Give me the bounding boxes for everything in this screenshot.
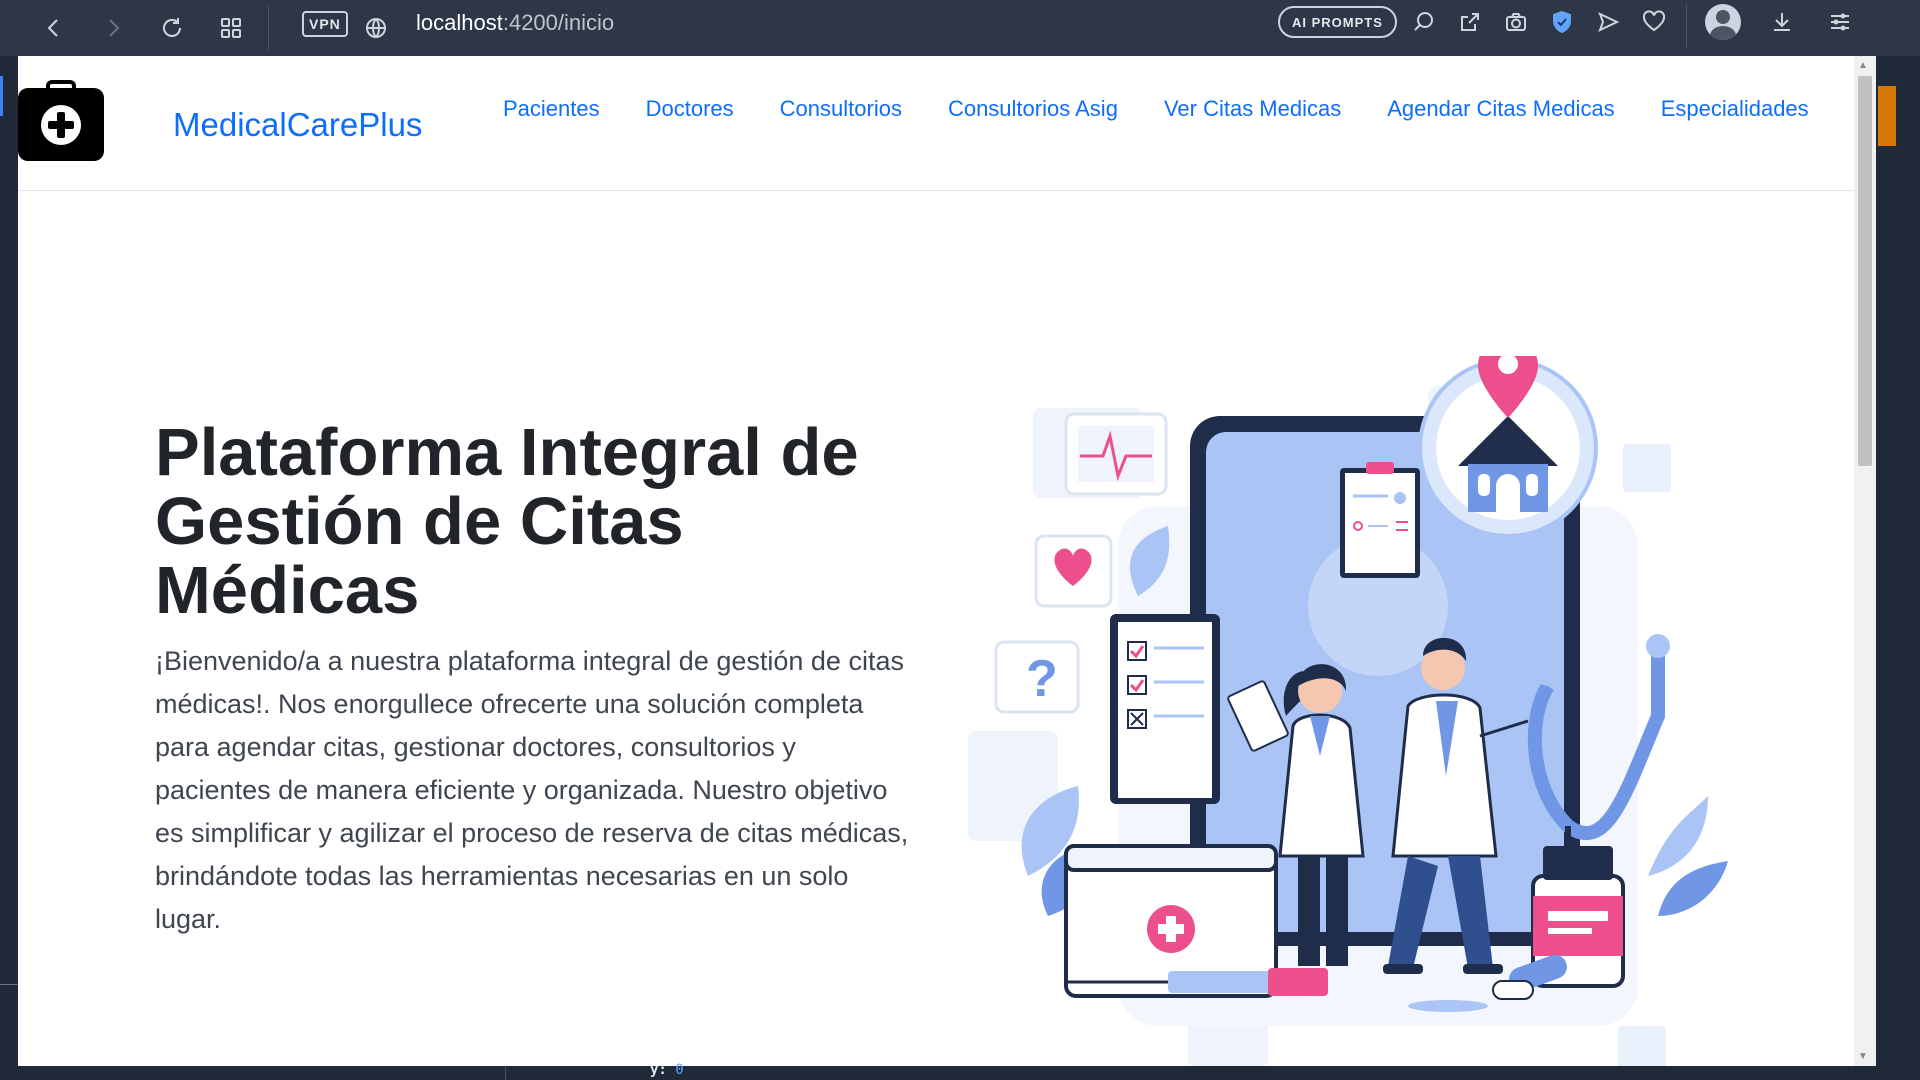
nav-link-consultorios-asig[interactable]: Consultorios Asig <box>948 96 1118 122</box>
globe-icon[interactable] <box>356 8 396 48</box>
nav-link-consultorios[interactable]: Consultorios <box>780 96 902 122</box>
nav-link-especialidades[interactable]: Especialidades <box>1661 96 1809 122</box>
shield-icon[interactable] <box>1542 2 1582 42</box>
edit-share-icon[interactable] <box>1450 2 1490 42</box>
address-bar[interactable]: localhost:4200/inicio <box>416 10 614 36</box>
download-icon[interactable] <box>1762 2 1802 42</box>
toolbar-divider <box>268 6 269 50</box>
search-page-icon[interactable] <box>1404 2 1444 42</box>
left-window-edge <box>0 56 18 1080</box>
avatar-icon[interactable] <box>1705 4 1741 40</box>
hero-description: ¡Bienvenido/a a nuestra plataforma integ… <box>155 646 909 934</box>
brand-link[interactable]: MedicalCarePlus <box>173 106 422 144</box>
vpn-badge[interactable]: VPN <box>302 11 348 37</box>
medical-kit-logo[interactable] <box>18 80 104 161</box>
nav-links: Pacientes Doctores Consultorios Consulto… <box>503 96 1854 122</box>
code-text: y: <box>650 1062 676 1078</box>
camera-icon[interactable] <box>1496 2 1536 42</box>
url-host: localhost <box>416 10 503 35</box>
heart-icon[interactable] <box>1634 2 1674 42</box>
right-window-edge <box>1876 56 1920 1080</box>
send-icon[interactable] <box>1588 2 1628 42</box>
site-navbar: MedicalCarePlus Pacientes Doctores Consu… <box>18 56 1854 191</box>
code-value: 0 <box>675 1062 684 1078</box>
hero-title: Plataforma Integral de Gestión de Citas … <box>155 415 859 628</box>
page-viewport: MedicalCarePlus Pacientes Doctores Consu… <box>18 56 1854 1066</box>
tabs-grid-icon[interactable] <box>211 8 251 48</box>
nav-link-doctores[interactable]: Doctores <box>646 96 734 122</box>
nav-link-pacientes[interactable]: Pacientes <box>503 96 600 122</box>
scroll-up-icon[interactable]: ▲ <box>1858 60 1868 71</box>
menu-icon[interactable] <box>1820 2 1860 42</box>
toolbar-divider-right <box>1686 4 1687 48</box>
editor-strip: y: 0 <box>0 1062 1920 1080</box>
browser-toolbar: VPN localhost:4200/inicio AI PROMPTS <box>0 0 1920 56</box>
nav-link-agendar-citas[interactable]: Agendar Citas Medicas <box>1387 96 1614 122</box>
medical-illustration: ? <box>968 356 1728 1066</box>
scroll-thumb[interactable] <box>1858 76 1872 466</box>
svg-text:?: ? <box>1026 650 1058 708</box>
reload-icon[interactable] <box>152 8 192 48</box>
extension-icons <box>1404 2 1674 42</box>
nav-link-ver-citas[interactable]: Ver Citas Medicas <box>1164 96 1341 122</box>
back-icon[interactable] <box>34 8 74 48</box>
page-scrollbar[interactable]: ▲ ▼ <box>1854 56 1876 1066</box>
scroll-down-icon[interactable]: ▼ <box>1858 1051 1868 1062</box>
forward-icon[interactable] <box>93 8 133 48</box>
ai-prompts-button[interactable]: AI PROMPTS <box>1278 6 1397 38</box>
nav-buttons <box>34 8 251 48</box>
url-path: :4200/inicio <box>502 10 615 35</box>
code-fragment: y: 0 <box>650 1062 684 1078</box>
